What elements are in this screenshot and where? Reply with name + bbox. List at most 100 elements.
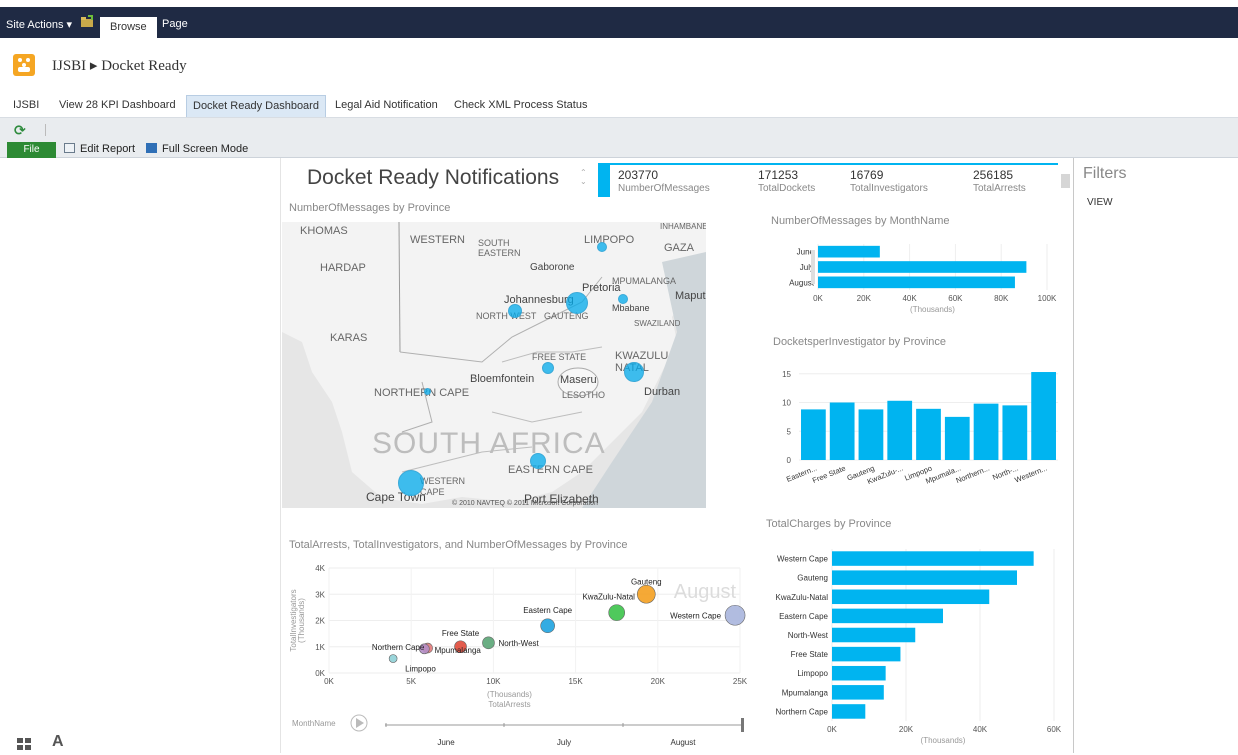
map-label-mpumalanga: MPUMALANGA	[612, 276, 677, 286]
x-tick-label: 20K	[899, 725, 914, 734]
map-bubble-westerncape[interactable]	[398, 470, 424, 496]
x-axis-unit: (Thousands)	[487, 690, 532, 699]
breadcrumb: IJSBI ▸ Docket Ready	[52, 58, 187, 74]
map-label-karas: KARAS	[330, 332, 368, 344]
filters-pane-divider	[1073, 158, 1074, 753]
bar	[944, 416, 970, 460]
chart-messages-by-month-title: NumberOfMessages by MonthName	[771, 215, 950, 227]
x-tick-label: 0K	[827, 725, 837, 734]
scatter-point	[636, 584, 656, 604]
y-tick-label: 5	[787, 427, 792, 436]
chart-messages-by-month[interactable]: 0K 20K 40K 60K 80K 100KJuneJulyAugust(Thousan…	[755, 238, 1065, 323]
site-actions-menu[interactable]: Site Actions ▾	[6, 18, 72, 31]
chart-total-charges[interactable]: 0K 20K 40K 60K Western Cape Gauteng KwaZulu-Na…	[755, 543, 1065, 753]
folder-icon[interactable]	[80, 15, 94, 32]
map-label-limpopo: LIMPOPO	[584, 234, 635, 246]
category-label: Eastern Cape	[779, 612, 828, 621]
card-arrests-label: TotalArrests	[973, 183, 1026, 194]
map-label-western: WESTERN	[410, 234, 465, 246]
chart-dockets-per-investigator[interactable]: 051015Eastern...Free StateGautengKwaZulu…	[755, 360, 1065, 490]
bar	[973, 403, 999, 460]
map-copyright: © 2010 NAVTEQ © 2011 Microsoft Corporati…	[452, 500, 598, 507]
tab-check-xml-process-status[interactable]: Check XML Process Status	[448, 95, 593, 117]
map-bubble-kwazulu[interactable]	[624, 362, 644, 382]
edit-report-icon	[64, 143, 75, 153]
chart-arrests-scatter[interactable]: 0K1K2K3K4K0K 5K 10K 15K 20K 25K(Thousands)Tot…	[282, 558, 752, 753]
map-label-maputo: Maputo	[675, 290, 706, 302]
category-label: Free State	[791, 650, 829, 659]
x-tick-label: 15K	[568, 677, 583, 686]
card-scrollbar[interactable]	[1061, 166, 1070, 200]
map-label-northwest: NORTH WEST	[476, 311, 537, 321]
play-axis-thumb	[741, 718, 744, 732]
bar	[858, 409, 884, 460]
map-title: NumberOfMessages by Province	[289, 202, 451, 214]
x-tick-label: 40K	[902, 294, 917, 303]
map-label-pretoria: Pretoria	[582, 282, 621, 294]
point-label: Eastern Cape	[523, 606, 572, 615]
chart-scatter-title: TotalArrests, TotalInvestigators, and Nu…	[289, 539, 628, 551]
tab-docket-ready-dashboard[interactable]: Docket Ready Dashboard	[186, 95, 326, 117]
people-icon[interactable]	[13, 54, 35, 76]
filters-view-label[interactable]: VIEW	[1087, 197, 1113, 208]
card-accent	[598, 165, 610, 197]
tab-legal-aid-notification[interactable]: Legal Aid Notification	[329, 95, 444, 117]
text-format-icon[interactable]: A	[52, 733, 64, 751]
map-label-southeastern: SOUTH EASTERN	[478, 238, 521, 258]
map-bubble-mpumalanga[interactable]	[618, 294, 628, 304]
map-bubble-limpopo[interactable]	[597, 242, 607, 252]
map-label-country: SOUTH AFRICA	[372, 427, 606, 460]
map-label-lesotho: LESOTHO	[562, 390, 606, 400]
scatter-point	[724, 604, 746, 626]
map-bubble-northerncape[interactable]	[424, 388, 431, 395]
bar	[832, 551, 1034, 566]
scatter-point	[482, 636, 495, 650]
left-pane-divider	[280, 158, 281, 753]
map-label-freestate: FREE STATE	[532, 352, 587, 362]
x-tick-label: 40K	[973, 725, 988, 734]
map-label-westerncape: WESTERN CAPE	[420, 476, 465, 497]
bar	[832, 685, 884, 700]
map-label-gaborone: Gaborone	[530, 262, 575, 273]
point-label: Western Cape	[670, 611, 722, 620]
category-label: Gauteng	[797, 574, 828, 583]
y-axis-unit: (Thousands)	[297, 598, 306, 643]
ribbon-tab-browse[interactable]: Browse	[100, 17, 157, 38]
card-dockets-label: TotalDockets	[758, 183, 816, 194]
bar	[887, 400, 913, 460]
category-label: North-West	[788, 631, 829, 640]
refresh-icon[interactable]: ⟳	[14, 122, 26, 139]
edit-report-button[interactable]: Edit Report	[64, 143, 135, 155]
map-label-mbabane: Mbabane	[612, 303, 650, 313]
report-toolbar: ⟳ File Edit Report Full Screen Mode	[0, 118, 1238, 158]
bar	[832, 665, 886, 681]
y-tick-label: 2K	[315, 617, 325, 626]
bar	[832, 646, 901, 662]
province-map[interactable]: KHOMAS WESTERN SOUTH EASTERN LIMPOPO GAZ…	[282, 222, 706, 508]
tab-view-28-kpi-dashboard[interactable]: View 28 KPI Dashboard	[53, 95, 182, 117]
point-label: Gauteng	[631, 577, 662, 586]
map-bubble-easterncape[interactable]	[530, 453, 546, 469]
play-axis-month: July	[557, 738, 571, 747]
full-screen-button[interactable]: Full Screen Mode	[146, 143, 248, 155]
x-tick-label: 60K	[1047, 725, 1062, 734]
tab-ijsbi[interactable]: IJSBI	[7, 95, 45, 117]
map-bubble-gauteng[interactable]	[566, 292, 588, 314]
scatter-point	[608, 604, 626, 621]
title-scroll-arrows[interactable]: ⌃ ⌄	[580, 168, 587, 186]
category-label: Northern...	[955, 464, 991, 486]
map-label-khomas: KHOMAS	[300, 225, 348, 237]
ribbon-tab-page[interactable]: Page	[162, 18, 188, 30]
category-label: Free State	[811, 464, 847, 485]
x-tick-label: 10K	[486, 677, 501, 686]
map-label-easterncape: EASTERN CAPE	[508, 464, 593, 476]
file-button[interactable]: File	[7, 142, 56, 158]
view-grid-icon[interactable]	[17, 737, 31, 750]
play-axis-label: MonthName	[292, 719, 336, 728]
map-bubble-northwest[interactable]	[508, 304, 522, 318]
map-bubble-freestate[interactable]	[542, 362, 554, 374]
card-messages-label: NumberOfMessages	[618, 183, 710, 194]
axis-unit-label: (Thousands)	[910, 305, 955, 314]
bar	[832, 704, 866, 719]
category-label: Northern Cape	[776, 707, 829, 716]
